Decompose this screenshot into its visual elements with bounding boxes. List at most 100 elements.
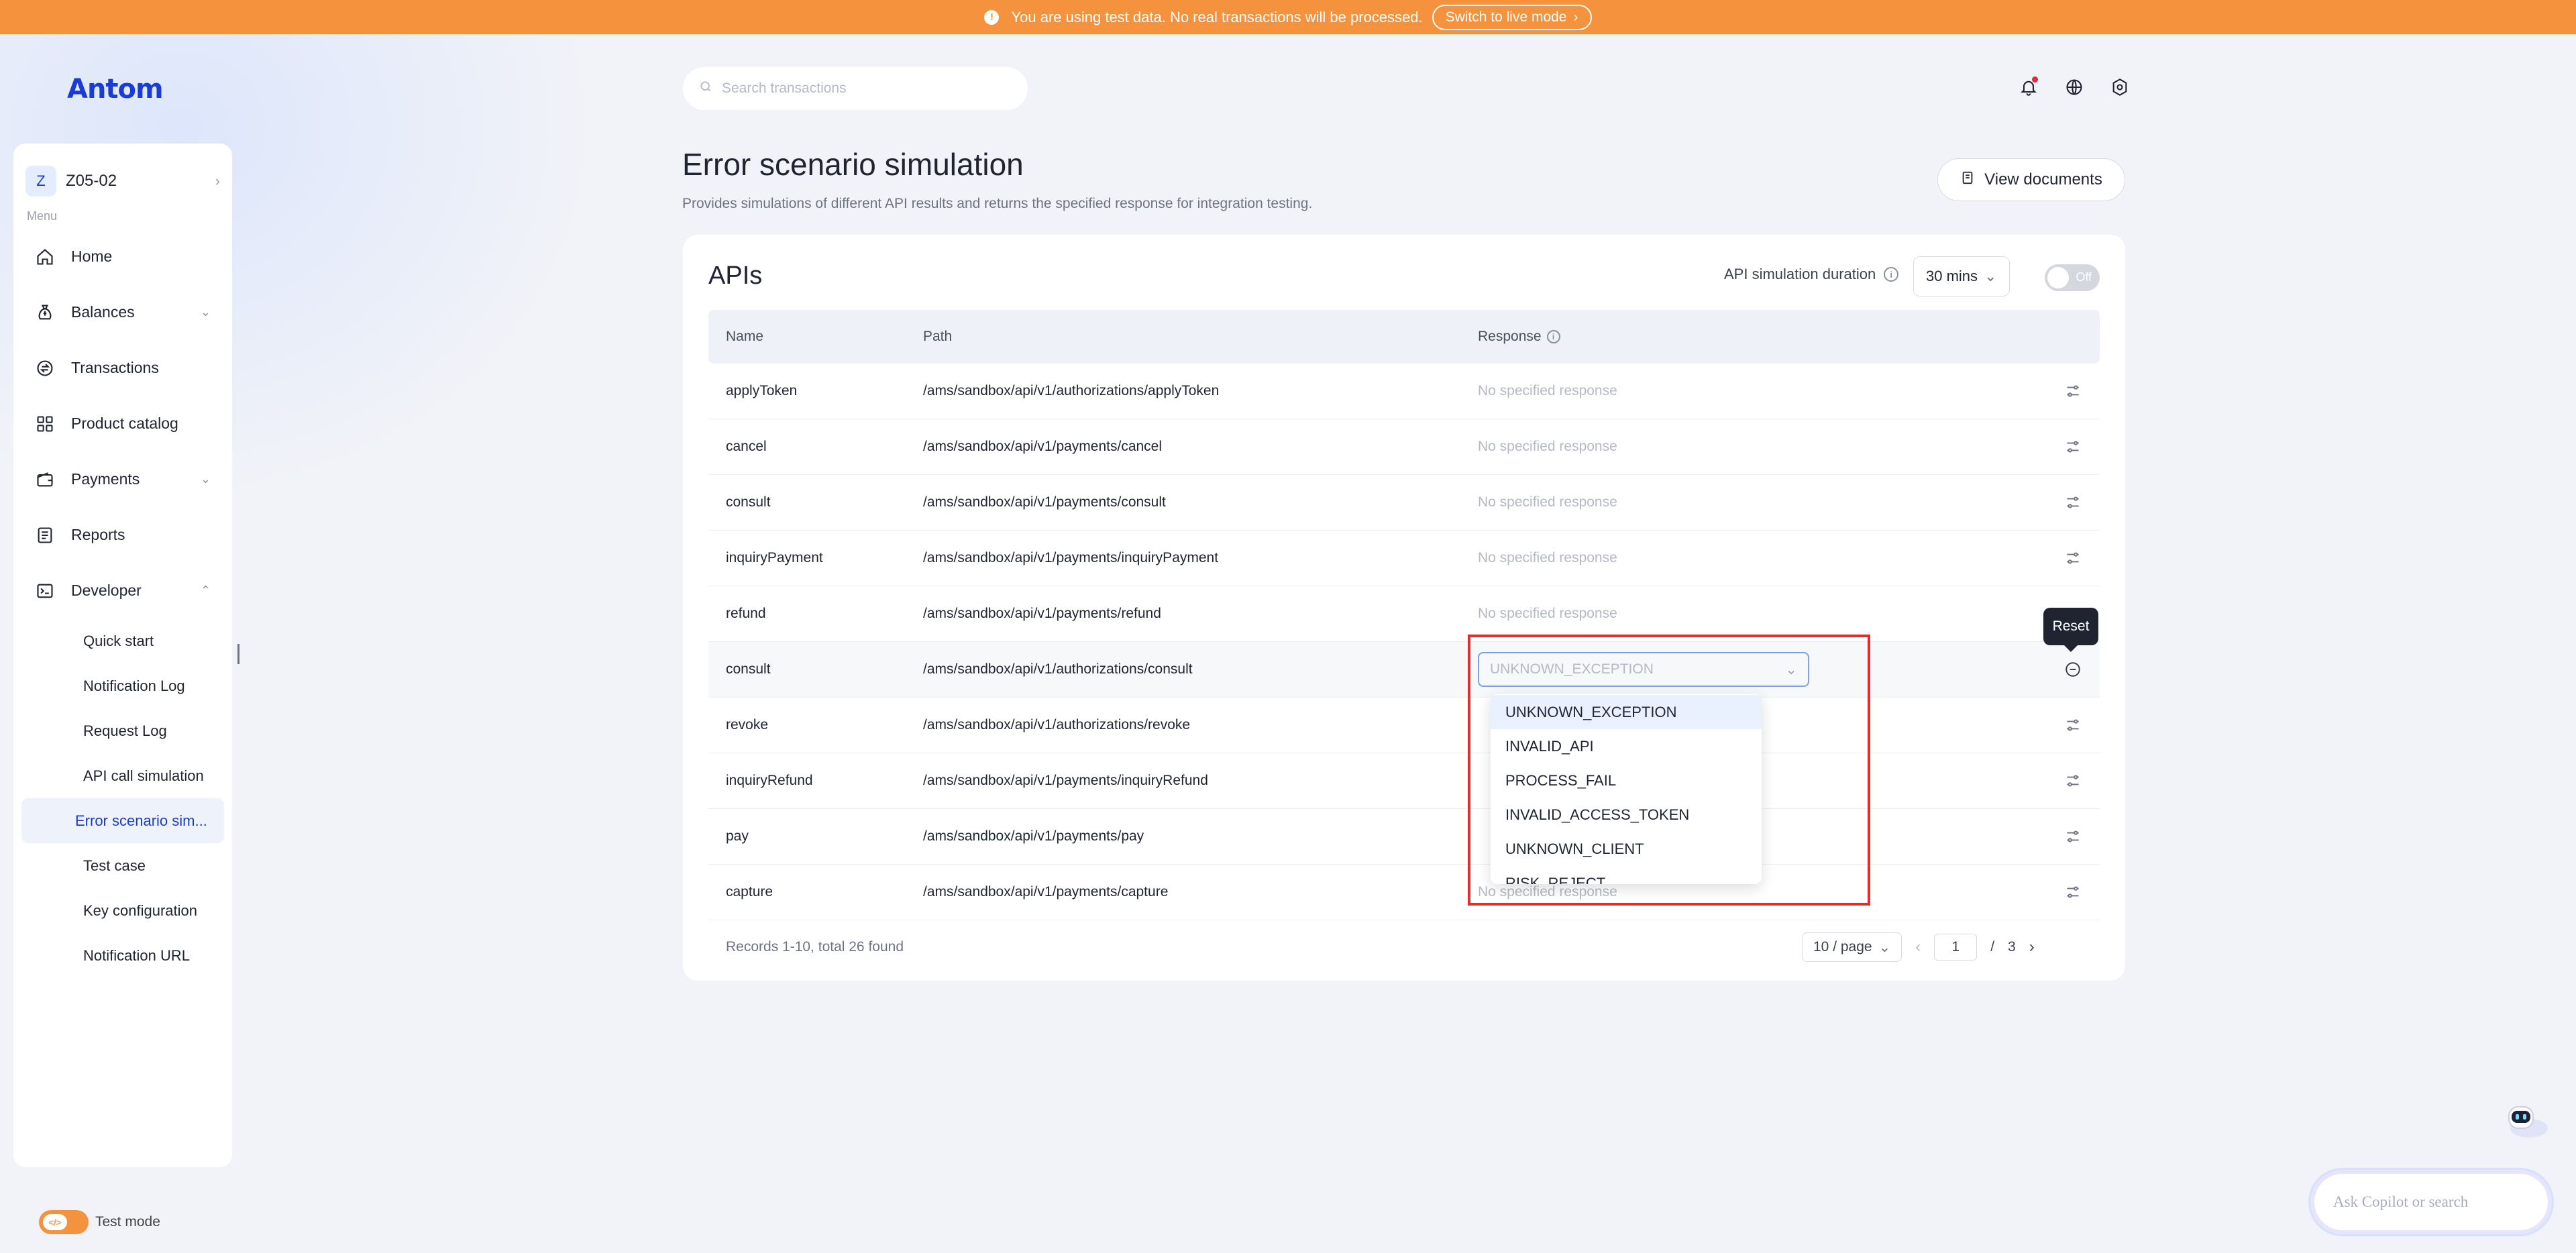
api-path: /ams/sandbox/api/v1/authorizations/consu…: [923, 661, 1193, 677]
api-name: refund: [726, 606, 766, 621]
report-icon: [35, 525, 55, 545]
chevron-right-icon: ›: [1573, 9, 1578, 25]
info-icon[interactable]: i: [1884, 267, 1899, 282]
response-value: No specified response: [1478, 439, 1617, 454]
sidebar-item-developer[interactable]: Developer ⌃: [13, 563, 232, 618]
banner-message: You are using test data. No real transac…: [1011, 8, 1423, 25]
chevron-down-icon: ⌄: [1984, 268, 1997, 284]
sidebar-item-product-catalog[interactable]: Product catalog: [13, 396, 232, 451]
api-name: revoke: [726, 717, 769, 732]
test-mode-switch[interactable]: </> Test mode: [39, 1210, 160, 1234]
sidebar-sub-error-scenario-simulation[interactable]: Error scenario sim...: [21, 798, 224, 843]
simulation-duration-text: API simulation duration: [1724, 266, 1876, 282]
notification-dot: [2032, 76, 2038, 83]
antom-logo[interactable]: Antom: [67, 74, 164, 105]
toggle-label: Off: [2076, 270, 2092, 284]
sidebar-sub-key-configuration[interactable]: Key configuration: [21, 888, 224, 933]
sidebar-sub-notification-log[interactable]: Notification Log: [21, 663, 224, 708]
sidebar-item-label: Product catalog: [71, 415, 178, 432]
reset-icon[interactable]: [2046, 661, 2100, 678]
sidebar-resize-handle[interactable]: [237, 644, 239, 664]
apis-card: APIs API simulation duration i 30 mins ⌄…: [683, 235, 2125, 981]
column-name: Name: [726, 329, 764, 344]
transactions-icon: [35, 358, 55, 378]
copilot-search-input[interactable]: Ask Copilot or search: [2310, 1170, 2552, 1234]
page-number-input[interactable]: 1: [1934, 934, 1978, 961]
duration-select[interactable]: 30 mins ⌄: [1913, 256, 2010, 296]
reset-tooltip: Reset: [2043, 608, 2098, 652]
globe-icon[interactable]: [2062, 75, 2086, 99]
info-icon[interactable]: i: [1546, 330, 1560, 343]
test-data-banner: ! You are using test data. No real trans…: [0, 0, 2576, 34]
sidebar-sub-notification-url[interactable]: Notification URL: [21, 933, 224, 978]
configure-icon[interactable]: [2046, 828, 2100, 845]
sidebar-item-payments[interactable]: Payments ⌄: [13, 451, 232, 507]
account-switcher[interactable]: Z Z05-02 ›: [13, 157, 232, 205]
configure-icon[interactable]: [2046, 382, 2100, 400]
document-icon: [1960, 170, 1975, 190]
api-path: /ams/sandbox/api/v1/payments/refund: [923, 606, 1161, 621]
terminal-icon: [35, 581, 55, 601]
sidebar: Z Z05-02 › Menu Home Balances ⌄ Transact…: [13, 144, 232, 1167]
code-icon: </>: [43, 1214, 67, 1230]
api-path: /ams/sandbox/api/v1/authorizations/apply…: [923, 383, 1220, 398]
chevron-down-icon: ⌄: [200, 472, 211, 486]
table-row: applyToken/ams/sandbox/api/v1/authorizat…: [708, 364, 2100, 419]
card-title: APIs: [708, 262, 763, 290]
chevron-down-icon: ⌄: [200, 305, 211, 319]
sidebar-sub-test-case[interactable]: Test case: [21, 843, 224, 888]
switch-live-button[interactable]: Switch to live mode ›: [1432, 4, 1592, 30]
response-cell: No specified response: [1478, 606, 2046, 622]
api-path: /ams/sandbox/api/v1/payments/cancel: [923, 439, 1163, 454]
wallet-icon: [35, 470, 55, 490]
view-documents-button[interactable]: View documents: [1937, 158, 2125, 201]
configure-icon[interactable]: [2046, 883, 2100, 901]
api-path: /ams/sandbox/api/v1/payments/inquiryRefu…: [923, 773, 1208, 788]
money-bag-icon: [35, 303, 55, 323]
sidebar-item-transactions[interactable]: Transactions: [13, 340, 232, 396]
search-input[interactable]: Search transactions: [683, 67, 1028, 110]
sidebar-sub-api-call-simulation[interactable]: API call simulation: [21, 753, 224, 798]
switch-live-label: Switch to live mode: [1445, 9, 1567, 25]
chevron-up-icon: ⌃: [200, 584, 211, 597]
table-row: cancel/ams/sandbox/api/v1/payments/cance…: [708, 419, 2100, 475]
account-name: Z05-02: [66, 172, 117, 190]
response-value: No specified response: [1478, 383, 1617, 398]
page-subtitle: Provides simulations of different API re…: [682, 196, 1313, 211]
configure-icon[interactable]: [2046, 549, 2100, 567]
header-actions: [2017, 75, 2132, 99]
sidebar-item-label: Reports: [71, 526, 125, 543]
sidebar-item-reports[interactable]: Reports: [13, 507, 232, 563]
table-row: revoke/ams/sandbox/api/v1/authorizations…: [708, 698, 2100, 753]
page-size-select[interactable]: 10 / page ⌄: [1802, 932, 1902, 962]
simulation-toggle[interactable]: Off: [2045, 264, 2100, 291]
sidebar-sub-request-log[interactable]: Request Log: [21, 708, 224, 753]
api-name: applyToken: [726, 383, 798, 398]
notification-bell-icon[interactable]: [2017, 75, 2041, 99]
test-mode-toggle[interactable]: </>: [39, 1210, 89, 1234]
column-path: Path: [923, 329, 953, 344]
sidebar-item-balances[interactable]: Balances ⌄: [13, 284, 232, 340]
column-response: Response i: [1478, 329, 2046, 345]
response-value: No specified response: [1478, 550, 1617, 565]
search-icon: [699, 80, 712, 97]
highlight-annotation-box: [1468, 635, 1870, 906]
response-value: No specified response: [1478, 606, 1617, 621]
configure-icon[interactable]: [2046, 772, 2100, 789]
sidebar-sub-quick-start[interactable]: Quick start: [21, 618, 224, 663]
total-pages: 3: [2008, 939, 2016, 955]
copilot-robot-icon[interactable]: [2490, 1097, 2551, 1144]
gear-icon[interactable]: [2108, 75, 2132, 99]
info-icon: !: [984, 9, 1000, 25]
configure-icon[interactable]: [2046, 438, 2100, 455]
next-page-button[interactable]: ›: [2029, 938, 2035, 957]
prev-page-button[interactable]: ‹: [1915, 938, 1921, 957]
configure-icon[interactable]: [2046, 494, 2100, 511]
api-path: /ams/sandbox/api/v1/payments/pay: [923, 828, 1144, 844]
response-value: No specified response: [1478, 494, 1617, 510]
sidebar-item-home[interactable]: Home: [13, 229, 232, 284]
table-row: inquiryPayment/ams/sandbox/api/v1/paymen…: [708, 531, 2100, 586]
api-name: capture: [726, 884, 773, 900]
configure-icon[interactable]: [2046, 716, 2100, 734]
api-name: inquiryRefund: [726, 773, 813, 788]
